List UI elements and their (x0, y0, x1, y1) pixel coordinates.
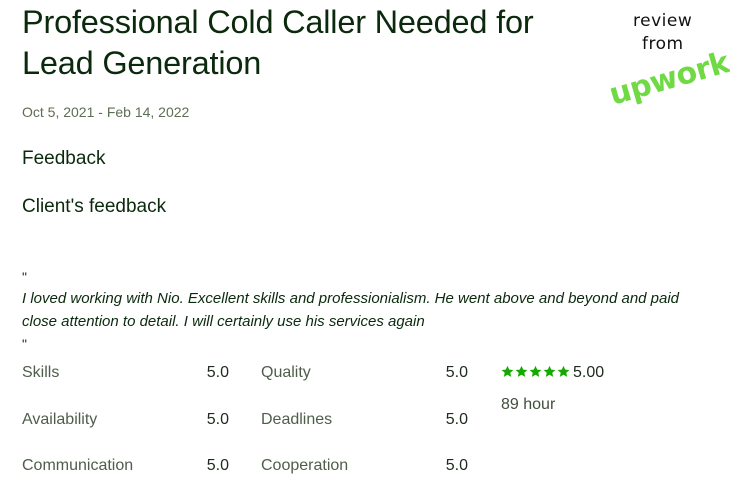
close-quote: " (22, 336, 27, 352)
rating-label-quality: Quality (261, 364, 311, 381)
rating-value-skills: 5.0 (206, 364, 229, 381)
rating-label-cooperation: Cooperation (261, 457, 349, 474)
rating-label-availability: Availability (22, 411, 98, 428)
star-icon (515, 365, 528, 377)
star-icon (543, 365, 556, 377)
client-feedback-heading: Client's feedback (22, 196, 167, 217)
overall-score: 5.00 (573, 364, 605, 381)
hours-worked: 89 hour (501, 396, 556, 413)
job-title: Professional Cold Caller Needed for Lead… (22, 2, 559, 86)
contract-dates: Oct 5, 2021 - Feb 14, 2022 (22, 104, 190, 120)
rating-value-deadlines: 5.0 (445, 411, 468, 428)
job-title-line-2: Lead Generation (22, 45, 262, 81)
review-from-upwork-badge: review from upwork (604, 10, 730, 113)
rating-label-communication: Communication (22, 457, 134, 474)
badge-review-text: review (633, 11, 693, 31)
svg-text:upwork: upwork (605, 45, 730, 113)
feedback-heading: Feedback (22, 148, 106, 169)
rating-value-availability: 5.0 (206, 411, 229, 428)
rating-value-cooperation: 5.0 (445, 457, 468, 474)
rating-value-quality: 5.0 (445, 364, 468, 381)
open-quote: " (22, 269, 27, 285)
upwork-logo: upwork (605, 45, 730, 113)
star-icon (529, 365, 542, 377)
client-comment: I loved working with Nio. Excellent skil… (22, 290, 680, 330)
star-icon (557, 365, 570, 377)
rating-label-deadlines: Deadlines (261, 411, 333, 428)
star-rating (501, 365, 571, 378)
star-icon (501, 365, 514, 377)
job-title-line-1: Professional Cold Caller Needed for (22, 4, 534, 40)
rating-label-skills: Skills (22, 364, 60, 381)
rating-value-communication: 5.0 (206, 457, 229, 474)
